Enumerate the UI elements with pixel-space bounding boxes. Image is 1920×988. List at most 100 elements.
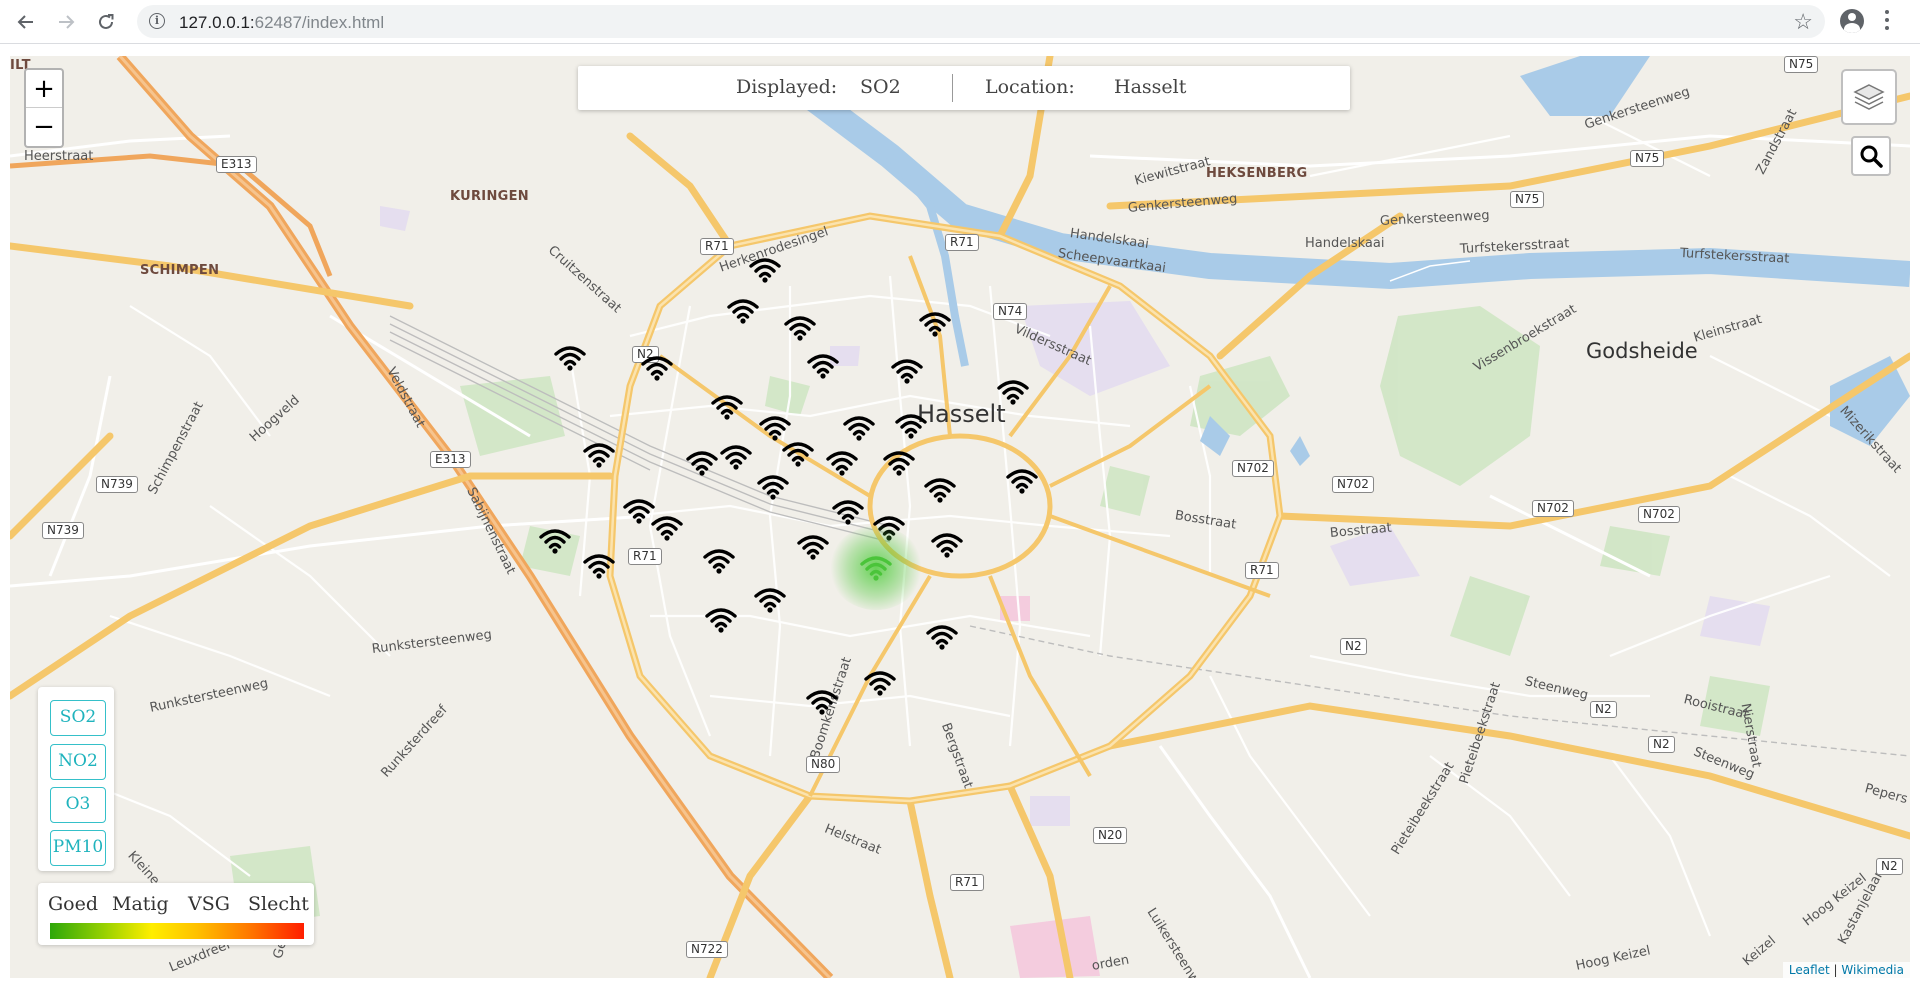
legend-label: VSG [188,893,230,915]
road-shield: E313 [216,156,257,173]
town-label: Godsheide [1586,339,1698,363]
sensor-wifi-icon[interactable] [781,440,815,468]
map-attribution: Leaflet | Wikimedia [1782,962,1910,978]
road-shield: N722 [686,941,728,958]
search-icon [1860,145,1883,168]
road-shield: N2 [1876,858,1903,875]
sensor-wifi-icon[interactable] [538,527,572,555]
legend-gradient-bar [50,923,304,939]
back-icon[interactable] [12,8,40,36]
layers-icon [1853,84,1885,110]
displayed-label: Displayed: [736,76,838,98]
sensor-wifi-icon[interactable] [882,449,916,477]
sensor-wifi-icon[interactable] [582,441,616,469]
sensor-wifi-icon[interactable] [842,414,876,442]
road-shield: N702 [1232,460,1274,477]
pollutant-selector: SO2 NO2 O3 PM10 [38,687,114,871]
layers-button[interactable] [1841,69,1897,125]
sensor-wifi-icon[interactable] [704,606,738,634]
road-shield: N20 [1093,827,1128,844]
road-shield: N702 [1532,500,1574,517]
road-shield: E313 [430,451,471,468]
browser-toolbar: i 127.0.0.1:62487/index.html ☆ [0,0,1920,44]
pollutant-button-o3[interactable]: O3 [50,787,106,823]
sensor-wifi-icon[interactable] [756,473,790,501]
sensor-wifi-icon[interactable] [685,449,719,477]
sensor-wifi-icon[interactable] [553,344,587,372]
sensor-wifi-icon[interactable] [894,412,928,440]
road-shield: N2 [1590,701,1617,718]
sensor-wifi-icon[interactable] [930,531,964,559]
info-bar: Displayed: SO2 Location: Hasselt [578,66,1350,110]
sensor-wifi-icon[interactable] [996,378,1030,406]
sensor-wifi-icon[interactable] [831,498,865,526]
reload-icon[interactable] [92,8,120,36]
sensor-wifi-icon[interactable] [640,354,674,382]
road-shield: N75 [1784,56,1819,73]
sensor-wifi-icon[interactable] [753,586,787,614]
city-label: Hasselt [917,400,1006,428]
sensor-wifi-icon[interactable] [863,669,897,697]
sensor-wifi-icon[interactable] [796,533,830,561]
road-shield: N739 [96,476,138,493]
road-shield: R71 [1245,562,1279,579]
url-text: 127.0.0.1:62487/index.html [179,13,385,32]
sensor-wifi-icon[interactable] [890,357,924,385]
sensor-wifi-icon[interactable] [806,352,840,380]
info-separator [952,74,953,102]
road-shield: R71 [950,874,984,891]
location-value: Hasselt [1114,76,1187,98]
sensor-wifi-icon[interactable] [783,314,817,342]
road-shield: N702 [1332,476,1374,493]
sensor-wifi-icon[interactable] [582,552,616,580]
active-sensor-wifi-icon[interactable] [829,526,923,610]
site-info-icon[interactable]: i [149,13,165,29]
street-label: Heerstraat [24,149,94,164]
road-shield: N75 [1510,191,1545,208]
menu-kebab-icon[interactable] [1885,10,1889,32]
legend-label: Goed [48,893,99,915]
road-shield: N702 [1638,506,1680,523]
legend-label: Matig [112,893,169,915]
sensor-wifi-icon[interactable] [719,443,753,471]
map-tiles [10,56,1910,978]
attribution-separator: | [1829,963,1842,977]
pollutant-button-no2[interactable]: NO2 [50,744,106,780]
sensor-wifi-icon[interactable] [923,476,957,504]
road-shield: N75 [1630,150,1665,167]
zoom-out-button[interactable]: − [26,108,62,146]
search-button[interactable] [1851,136,1891,176]
pollutant-button-pm10[interactable]: PM10 [50,830,106,866]
map-container[interactable]: ILT KURINGEN SCHIMPEN HEKSENBERG Hasselt… [10,56,1910,978]
account-icon[interactable] [1840,9,1864,33]
sensor-wifi-icon[interactable] [805,688,839,716]
sensor-wifi-icon[interactable] [650,514,684,542]
sensor-wifi-icon[interactable] [918,310,952,338]
road-shield: R71 [700,238,734,255]
address-bar[interactable]: i 127.0.0.1:62487/index.html ☆ [137,5,1825,38]
sensor-wifi-icon[interactable] [758,414,792,442]
road-shield: N739 [42,522,84,539]
sensor-wifi-icon[interactable] [1005,467,1039,495]
sensor-wifi-icon[interactable] [726,297,760,325]
forward-icon[interactable] [52,8,80,36]
pollutant-button-so2[interactable]: SO2 [50,700,106,736]
zoom-in-button[interactable]: + [26,70,62,108]
place-label: SCHIMPEN [140,263,220,278]
road-shield: N2 [1340,638,1367,655]
place-label: HEKSENBERG [1206,166,1308,181]
sensor-wifi-icon[interactable] [748,256,782,284]
wikimedia-link[interactable]: Wikimedia [1841,963,1904,977]
leaflet-link[interactable]: Leaflet [1789,963,1830,977]
sensor-wifi-icon[interactable] [825,449,859,477]
sensor-wifi-icon[interactable] [702,547,736,575]
road-shield: N2 [1648,736,1675,753]
road-shield: R71 [628,548,662,565]
legend-label: Slecht [248,893,309,915]
sensor-wifi-icon[interactable] [925,623,959,651]
bookmark-star-icon[interactable]: ☆ [1793,9,1813,35]
street-label: Handelskaai [1305,236,1385,251]
location-label: Location: [985,76,1075,98]
displayed-value: SO2 [860,76,901,98]
sensor-wifi-icon[interactable] [710,393,744,421]
